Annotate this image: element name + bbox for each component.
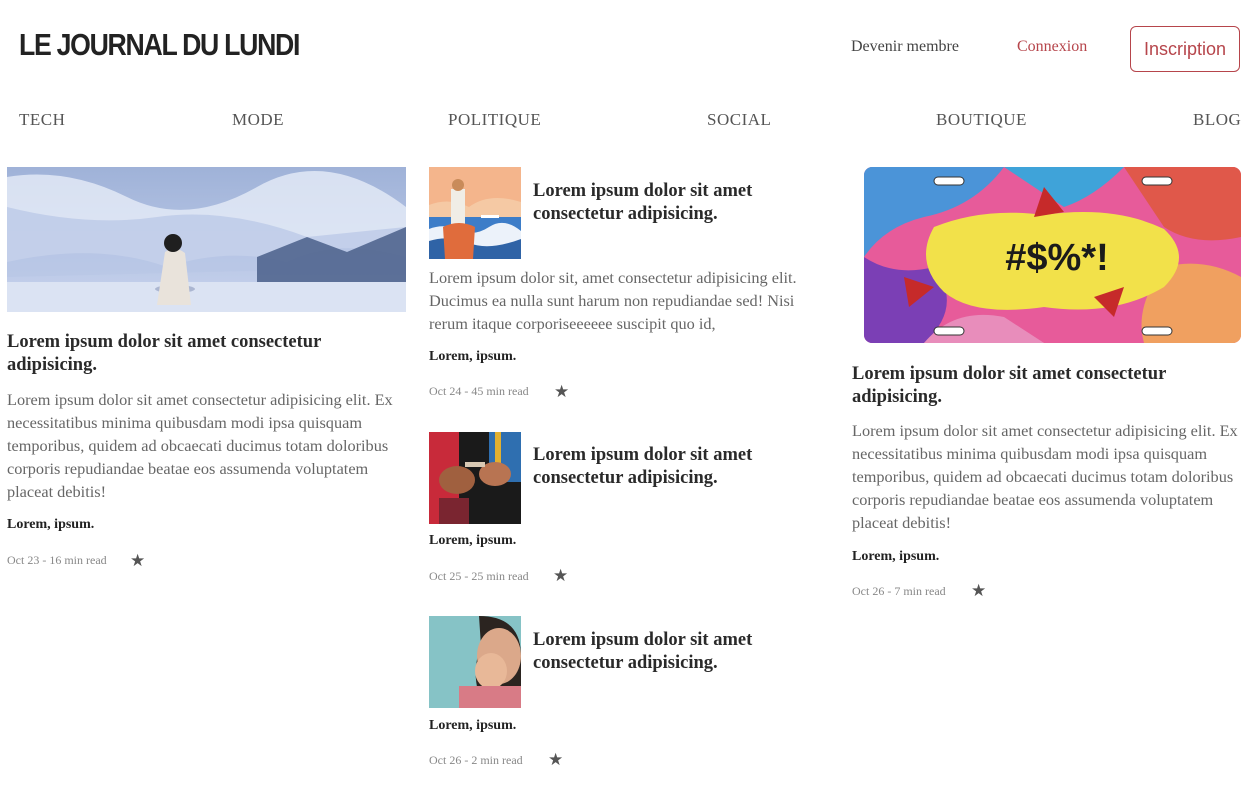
- star-icon[interactable]: ★: [553, 567, 568, 584]
- nav-item-boutique[interactable]: BOUTIQUE: [936, 110, 1027, 130]
- become-member-link[interactable]: Devenir membre: [851, 38, 959, 56]
- article-mid-1-meta: Oct 24 - 45 min read: [429, 384, 529, 398]
- article-mid-2-thumbnail[interactable]: [429, 432, 521, 524]
- article-mid-2-title[interactable]: Lorem ipsum dolor sit amet consectetur a…: [533, 444, 783, 490]
- article-right-meta: Oct 26 - 7 min read: [852, 584, 946, 598]
- article-mid-3-thumbnail[interactable]: [429, 616, 521, 708]
- article-mid-3-title[interactable]: Lorem ipsum dolor sit amet consectetur a…: [533, 629, 783, 675]
- article-right-title[interactable]: Lorem ipsum dolor sit amet consectetur a…: [852, 363, 1232, 409]
- star-icon[interactable]: ★: [554, 383, 569, 400]
- article-left-title[interactable]: Lorem ipsum dolor sit amet consectetur a…: [7, 331, 387, 377]
- nav-item-politique[interactable]: POLITIQUE: [448, 110, 541, 130]
- article-right-image[interactable]: #$%*!: [864, 167, 1241, 343]
- article-left-author[interactable]: Lorem, ipsum.: [7, 517, 94, 533]
- login-link[interactable]: Connexion: [1017, 38, 1087, 56]
- article-mid-1-thumbnail[interactable]: [429, 167, 521, 259]
- license-plate-text: #$%*!: [1005, 237, 1109, 279]
- article-left-excerpt: Lorem ipsum dolor sit amet consectetur a…: [7, 390, 393, 501]
- signup-button[interactable]: Inscription: [1130, 26, 1240, 72]
- star-icon[interactable]: ★: [971, 582, 986, 599]
- article-mid-1-title[interactable]: Lorem ipsum dolor sit amet consectetur a…: [533, 180, 783, 226]
- article-mid-1-excerpt: Lorem ipsum dolor sit, amet consectetur …: [429, 268, 797, 333]
- article-mid-2-author[interactable]: Lorem, ipsum.: [429, 533, 516, 549]
- article-mid-1-author[interactable]: Lorem, ipsum.: [429, 349, 516, 365]
- nav-item-blog[interactable]: BLOG: [1193, 110, 1241, 130]
- article-mid-2-meta: Oct 25 - 25 min read: [429, 569, 529, 583]
- star-icon[interactable]: ★: [548, 751, 563, 768]
- site-logo[interactable]: LE JOURNAL DU LUNDI: [19, 27, 300, 63]
- article-left-image[interactable]: [7, 167, 406, 312]
- star-icon[interactable]: ★: [130, 552, 145, 569]
- article-right-author[interactable]: Lorem, ipsum.: [852, 549, 939, 565]
- nav-item-tech[interactable]: TECH: [19, 110, 65, 130]
- nav-item-mode[interactable]: MODE: [232, 110, 284, 130]
- nav-item-social[interactable]: SOCIAL: [707, 110, 771, 130]
- article-mid-3-meta: Oct 26 - 2 min read: [429, 753, 523, 767]
- article-right-excerpt: Lorem ipsum dolor sit amet consectetur a…: [852, 421, 1238, 532]
- article-left-meta: Oct 23 - 16 min read: [7, 553, 107, 567]
- article-mid-3-author[interactable]: Lorem, ipsum.: [429, 718, 516, 734]
